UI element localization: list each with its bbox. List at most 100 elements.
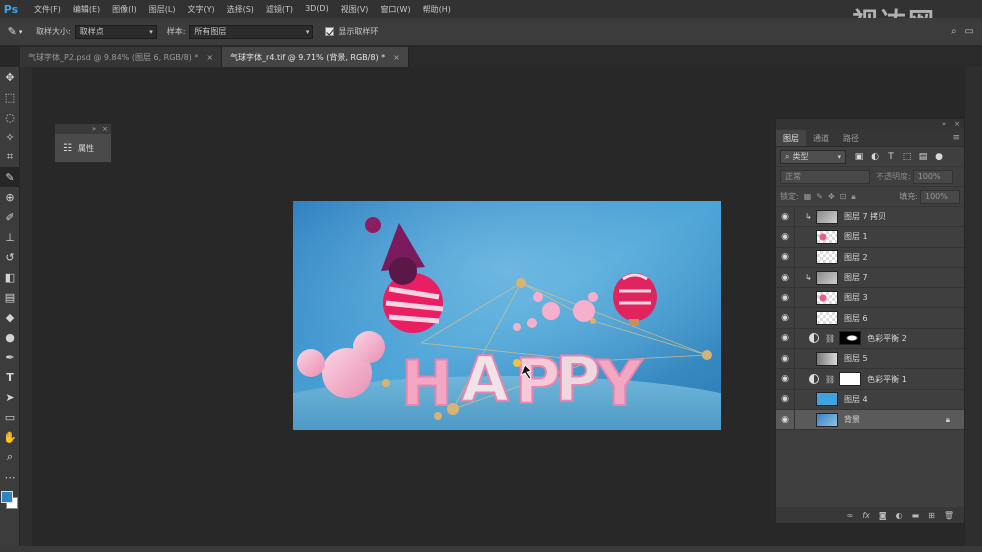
layer-thumbnail[interactable] [839,372,862,387]
layer-thumbnail[interactable] [816,392,838,407]
close-icon[interactable]: × [393,53,400,62]
visibility-eye-icon[interactable]: ◉ [776,273,794,283]
smart-object-filter-icon[interactable]: ▤ [916,150,930,164]
collapse-icon[interactable]: » [92,125,96,133]
menu-window[interactable]: 窗口(W) [374,4,416,15]
lock-artboard-icon[interactable]: ⊡ [840,192,847,202]
layer-name[interactable]: 图层 6 [844,313,868,324]
layer-row[interactable]: ◉ 图层 5 [776,348,964,370]
pixel-filter-icon[interactable]: ▣ [852,150,866,164]
visibility-eye-icon[interactable]: ◉ [776,374,794,384]
layer-name[interactable]: 背景 [844,414,860,425]
layer-thumbnail[interactable] [816,311,838,326]
visibility-eye-icon[interactable]: ◉ [776,252,794,262]
layer-name[interactable]: 图层 3 [844,292,868,303]
layer-thumbnail[interactable] [816,290,838,305]
menu-image[interactable]: 图像(I) [106,4,143,15]
brush-tool-icon[interactable]: ✐ [0,207,20,227]
mask-link-icon[interactable]: ⛓ [825,375,835,384]
eyedropper-tool-preset-icon[interactable]: ✎ ▾ [0,25,30,38]
visibility-eye-icon[interactable]: ◉ [776,333,794,343]
dodge-tool-icon[interactable]: ● [0,327,20,347]
close-icon[interactable]: × [954,120,960,128]
workspace-icon[interactable]: ▭ [965,26,974,37]
blend-mode-select[interactable]: 正常 [780,169,870,184]
lock-all-icon[interactable]: 🔒︎ [851,192,855,202]
layer-row[interactable]: ◉ 图层 4 [776,389,964,410]
layer-row[interactable]: ◉ 背景 🔒︎ [776,409,964,431]
crop-tool-icon[interactable]: ⌗ [0,147,20,167]
new-group-icon[interactable]: ▬ [912,511,920,520]
menu-file[interactable]: 文件(F) [28,4,67,15]
menu-layer[interactable]: 图层(L) [143,4,182,15]
layer-row[interactable]: ◉ ↳ 图层 7 拷贝 [776,206,964,228]
layer-name[interactable]: 图层 4 [844,394,868,405]
layer-thumbnail[interactable] [839,331,862,346]
tab-document-2[interactable]: 气球字体_r4.tif @ 9.71% (背景, RGB/8) * × [222,47,409,67]
layer-thumbnail[interactable] [816,209,838,224]
filter-toggle-icon[interactable]: ● [932,150,946,164]
layer-row[interactable]: ◉ ⛓ 色彩平衡 1 [776,369,964,390]
layer-thumbnail[interactable] [816,229,838,244]
visibility-eye-icon[interactable]: ◉ [776,313,794,323]
opacity-input[interactable]: 100% [912,169,953,184]
type-tool-icon[interactable]: T [0,367,20,387]
layer-thumbnail[interactable] [816,250,838,265]
layer-row[interactable]: ◉ 图层 1 [776,226,964,248]
layer-thumbnail[interactable] [816,270,838,285]
menu-edit[interactable]: 编辑(E) [67,4,106,15]
close-icon[interactable]: × [206,53,213,62]
layer-name[interactable]: 色彩平衡 2 [867,333,907,344]
shape-tool-icon[interactable]: ▭ [0,407,20,427]
close-icon[interactable]: × [102,125,108,133]
visibility-eye-icon[interactable]: ◉ [776,212,794,222]
visibility-eye-icon[interactable]: ◉ [776,354,794,364]
layer-row[interactable]: ◉ 图层 6 [776,308,964,329]
tab-channels[interactable]: 通道 [806,130,836,146]
zoom-tool-icon[interactable]: ⌕ [0,447,20,467]
hand-tool-icon[interactable]: ✋ [0,427,20,447]
blur-tool-icon[interactable]: ◆ [0,307,20,327]
marquee-tool-icon[interactable]: ⬚ [0,87,20,107]
visibility-eye-icon[interactable]: ◉ [776,232,794,242]
layer-style-icon[interactable]: fx [862,511,870,520]
collapse-icon[interactable]: » [942,120,946,128]
layer-name[interactable]: 图层 7 拷贝 [844,211,886,222]
menu-type[interactable]: 文字(Y) [181,4,220,15]
menu-select[interactable]: 选择(S) [221,4,260,15]
mask-link-icon[interactable]: ⛓ [825,334,835,343]
layer-row[interactable]: ◉ 图层 3 [776,287,964,309]
sample-size-select[interactable]: 取样点 ▾ [74,24,157,39]
document-image[interactable]: H A P P Y [293,201,721,430]
sample-select[interactable]: 所有图层 ▾ [189,24,314,39]
link-layers-icon[interactable]: ∞ [847,511,854,520]
eyedropper-tool-icon[interactable]: ✎ [0,167,20,187]
move-tool-icon[interactable]: ✥ [0,67,20,87]
search-icon[interactable]: ⌕ [951,26,957,37]
healing-brush-tool-icon[interactable]: ⊕ [0,187,20,207]
layer-name[interactable]: 图层 5 [844,353,868,364]
adjustment-filter-icon[interactable]: ◐ [868,150,882,164]
visibility-eye-icon[interactable]: ◉ [776,415,794,425]
layer-row[interactable]: ◉ ↳ 图层 7 [776,267,964,289]
layer-name[interactable]: 图层 7 [844,272,868,283]
tab-layers[interactable]: 图层 [776,130,806,146]
lock-transparency-icon[interactable]: ▦ [804,192,812,202]
new-adjustment-icon[interactable]: ◐ [896,511,903,520]
type-filter-icon[interactable]: T [884,150,898,164]
shape-filter-icon[interactable]: ⬚ [900,150,914,164]
tab-document-1[interactable]: 气球字体_P2.psd @ 9.84% (图层 6, RGB/8) * × [20,47,223,67]
delete-layer-icon[interactable]: 🗑︎ [944,511,954,520]
layer-row[interactable]: ◉ 图层 2 [776,247,964,268]
layer-name[interactable]: 图层 1 [844,231,868,242]
show-sampling-ring-checkbox[interactable] [325,27,335,36]
path-select-tool-icon[interactable]: ➤ [0,387,20,407]
gradient-tool-icon[interactable]: ▤ [0,287,20,307]
stamp-tool-icon[interactable]: ⊥ [0,227,20,247]
visibility-eye-icon[interactable]: ◉ [776,394,794,404]
layer-name[interactable]: 色彩平衡 1 [867,374,907,385]
visibility-eye-icon[interactable]: ◉ [776,293,794,303]
lock-pixels-icon[interactable]: ✎ [816,192,823,202]
properties-button[interactable]: ☷ 属性 [55,134,111,162]
layer-filter-select[interactable]: ⌕ 类型 ▾ [780,149,846,164]
